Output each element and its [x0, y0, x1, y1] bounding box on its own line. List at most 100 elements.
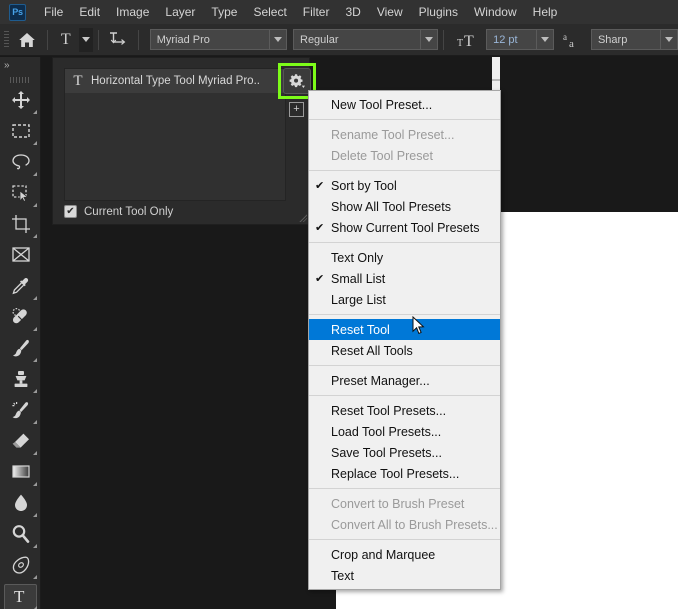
tool-flyout-triangle-icon[interactable]: [33, 451, 37, 455]
font-style-select[interactable]: Regular: [293, 29, 439, 50]
crop-tool[interactable]: [0, 211, 41, 242]
double-chevron-right-icon[interactable]: »: [0, 57, 40, 73]
toggle-text-orientation-icon[interactable]: [104, 28, 133, 52]
chevron-down-icon[interactable]: [420, 30, 437, 49]
menu-item-label: Convert to Brush Preset: [331, 496, 465, 511]
menu-item-reset-all-tools[interactable]: Reset All Tools: [309, 340, 500, 361]
tool-flyout-triangle-icon[interactable]: [33, 172, 37, 176]
move-tool[interactable]: [0, 87, 41, 118]
menu-item-crop-and-marquee[interactable]: Crop and Marquee: [309, 544, 500, 565]
menu-window[interactable]: Window: [466, 1, 525, 23]
menu-layer[interactable]: Layer: [157, 1, 203, 23]
blur-tool[interactable]: [0, 490, 41, 521]
chevron-down-icon[interactable]: [78, 27, 93, 52]
menu-item-text[interactable]: Text: [309, 565, 500, 586]
current-tool-only-checkbox[interactable]: ✔: [64, 205, 77, 218]
pen-tool[interactable]: [0, 552, 41, 583]
tool-flyout-triangle-icon[interactable]: [33, 296, 37, 300]
photoshop-logo-icon: Ps: [9, 3, 26, 21]
menu-item-label: Preset Manager...: [331, 373, 430, 388]
menu-edit[interactable]: Edit: [71, 1, 108, 23]
eraser-tool[interactable]: [0, 428, 41, 459]
anti-aliasing-icon: a a: [560, 28, 585, 52]
font-family-select[interactable]: Myriad Pro: [149, 29, 287, 50]
menu-help[interactable]: Help: [525, 1, 566, 23]
tool-flyout-triangle-icon[interactable]: [33, 389, 37, 393]
menu-item-save-tool-presets[interactable]: Save Tool Presets...: [309, 442, 500, 463]
spot-healing-brush-tool[interactable]: [0, 304, 41, 335]
menu-item-preset-manager[interactable]: Preset Manager...: [309, 370, 500, 391]
tool-flyout-triangle-icon[interactable]: [33, 203, 37, 207]
anti-aliasing-select[interactable]: Sharp: [590, 29, 678, 50]
tool-flyout-triangle-icon[interactable]: [33, 358, 37, 362]
current-tool-only-row[interactable]: ✔ Current Tool Only: [64, 205, 173, 218]
photoshop-window: Ps File Edit Image Layer Type Select Filter 3D V…: [0, 0, 678, 609]
menu-plugins[interactable]: Plugins: [411, 1, 466, 23]
menu-item-replace-tool-presets[interactable]: Replace Tool Presets...: [309, 463, 500, 484]
tool-flyout-triangle-icon[interactable]: [33, 234, 37, 238]
resize-grip-icon[interactable]: [299, 214, 307, 222]
chevron-down-icon[interactable]: [660, 30, 677, 49]
rectangular-marquee-icon: [11, 121, 31, 146]
chevron-down-icon[interactable]: [269, 30, 286, 49]
object-selection-tool[interactable]: [0, 180, 41, 211]
options-bar-grip[interactable]: [4, 30, 9, 49]
lasso-tool[interactable]: [0, 149, 41, 180]
frame-tool[interactable]: [0, 242, 41, 273]
gear-icon: [289, 74, 305, 88]
tool-preset-list[interactable]: T Horizontal Type Tool Myriad Pro..: [64, 68, 286, 201]
menu-select[interactable]: Select: [245, 1, 294, 23]
menu-item-reset-tool-presets[interactable]: Reset Tool Presets...: [309, 400, 500, 421]
dodge-tool[interactable]: [0, 521, 41, 552]
spot-healing-brush-icon: [11, 307, 31, 332]
tool-flyout-triangle-icon[interactable]: [33, 544, 37, 548]
menu-item-show-all-tool-presets[interactable]: Show All Tool Presets: [309, 196, 500, 217]
tool-flyout-triangle-icon[interactable]: [33, 141, 37, 145]
rectangular-marquee-tool[interactable]: [0, 118, 41, 149]
home-button[interactable]: [13, 27, 42, 53]
menu-type[interactable]: Type: [203, 1, 245, 23]
horizontal-type-tool[interactable]: T: [0, 583, 41, 609]
menu-separator: [309, 314, 500, 315]
tool-flyout-triangle-icon[interactable]: [33, 575, 37, 579]
tool-preset-context-menu[interactable]: New Tool Preset... Rename Tool Preset... D…: [308, 90, 501, 590]
menu-item-reset-tool[interactable]: Reset Tool: [309, 319, 500, 340]
menu-item-small-list[interactable]: ✔ Small List: [309, 268, 500, 289]
tool-flyout-triangle-icon[interactable]: [33, 482, 37, 486]
menu-image[interactable]: Image: [108, 1, 157, 23]
drag-grip-icon[interactable]: [0, 73, 40, 87]
menu-item-text-only[interactable]: Text Only: [309, 247, 500, 268]
options-bar: T Myriad Pro Regular T T 12 pt a a Sharp: [0, 24, 678, 56]
history-brush-tool[interactable]: [0, 397, 41, 428]
brush-tool[interactable]: [0, 335, 41, 366]
clone-stamp-tool[interactable]: [0, 366, 41, 397]
menu-item-large-list[interactable]: Large List: [309, 289, 500, 310]
tool-flyout-triangle-icon[interactable]: [33, 420, 37, 424]
dodge-icon: [11, 524, 31, 549]
panel-menu-gear-button[interactable]: [283, 68, 311, 94]
tools-list: T: [0, 87, 40, 609]
menu-view[interactable]: View: [369, 1, 411, 23]
current-tool-only-label: Current Tool Only: [84, 205, 174, 218]
font-size-select[interactable]: 12 pt: [486, 29, 554, 50]
tool-flyout-triangle-icon[interactable]: [33, 513, 37, 517]
tool-flyout-triangle-icon[interactable]: [33, 110, 37, 114]
menu-item-new-tool-preset[interactable]: New Tool Preset...: [309, 94, 500, 115]
gradient-tool[interactable]: [0, 459, 41, 490]
new-tool-preset-button[interactable]: +: [289, 102, 304, 117]
rail-tick: [492, 79, 500, 81]
menu-item-sort-by-tool[interactable]: ✔ Sort by Tool: [309, 175, 500, 196]
chevron-down-icon[interactable]: [535, 30, 553, 49]
tool-preset-picker[interactable]: T: [53, 27, 93, 53]
menu-3d[interactable]: 3D: [337, 1, 368, 23]
menu-item-label: Reset Tool Presets...: [331, 403, 447, 418]
tool-flyout-triangle-icon[interactable]: [33, 327, 37, 331]
menu-separator: [309, 119, 500, 120]
menu-item-show-current-tool-presets[interactable]: ✔ Show Current Tool Presets: [309, 217, 500, 238]
list-item[interactable]: T Horizontal Type Tool Myriad Pro..: [65, 69, 285, 93]
eyedropper-tool[interactable]: [0, 273, 41, 304]
menu-item-load-tool-presets[interactable]: Load Tool Presets...: [309, 421, 500, 442]
menu-file[interactable]: File: [36, 1, 71, 23]
menu-filter[interactable]: Filter: [295, 1, 338, 23]
menu-item-label: Rename Tool Preset...: [331, 127, 455, 142]
